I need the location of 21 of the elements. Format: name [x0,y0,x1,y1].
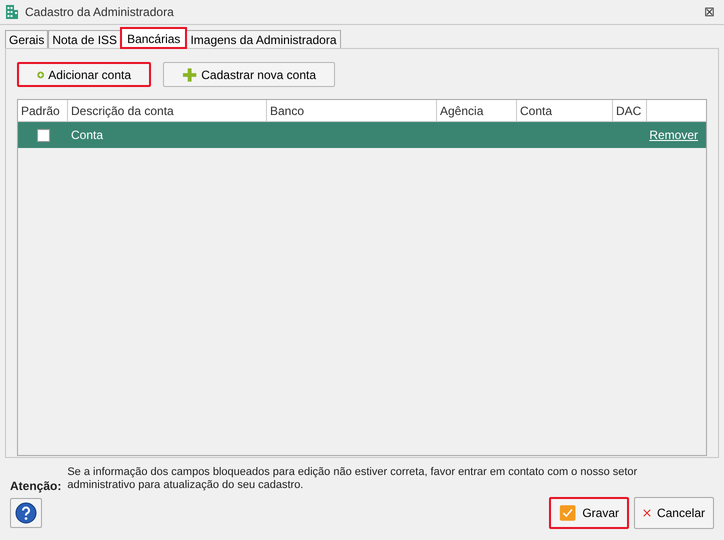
column-header: Descrição da conta [68,100,267,121]
save-button[interactable]: Gravar [549,497,629,529]
table-row[interactable]: Conta Remover [18,122,706,148]
new-account-button[interactable]: Cadastrar nova conta [163,62,335,87]
remove-link[interactable]: Remover [649,126,698,144]
column-header: Banco [267,100,437,121]
tab[interactable]: Nota de ISS [48,30,122,48]
cancel-button[interactable]: Cancelar [634,497,714,529]
add-account-button[interactable]: Adicionar conta [17,62,151,87]
notice-label: Atenção: [10,478,62,495]
column-header: Conta [517,100,613,121]
close-button[interactable]: ⊠ [704,2,715,22]
tab[interactable]: Gerais [5,30,48,48]
column-header: DAC [613,100,647,121]
column-header: Padrão [18,100,68,121]
table-cell-text: Conta [70,127,104,144]
column-header: Agência [437,100,517,121]
tab[interactable]: Bancárias [121,28,186,48]
window-title: Cadastro da Administradora [25,4,175,21]
notice-text: Se a informação dos campos bloqueados para edição não estiver correta, favor entrar em contato com o nosso setor administrativo para atualização do seu cadastro. [67,466,638,492]
tab[interactable]: Imagens da Administradora [186,30,341,48]
